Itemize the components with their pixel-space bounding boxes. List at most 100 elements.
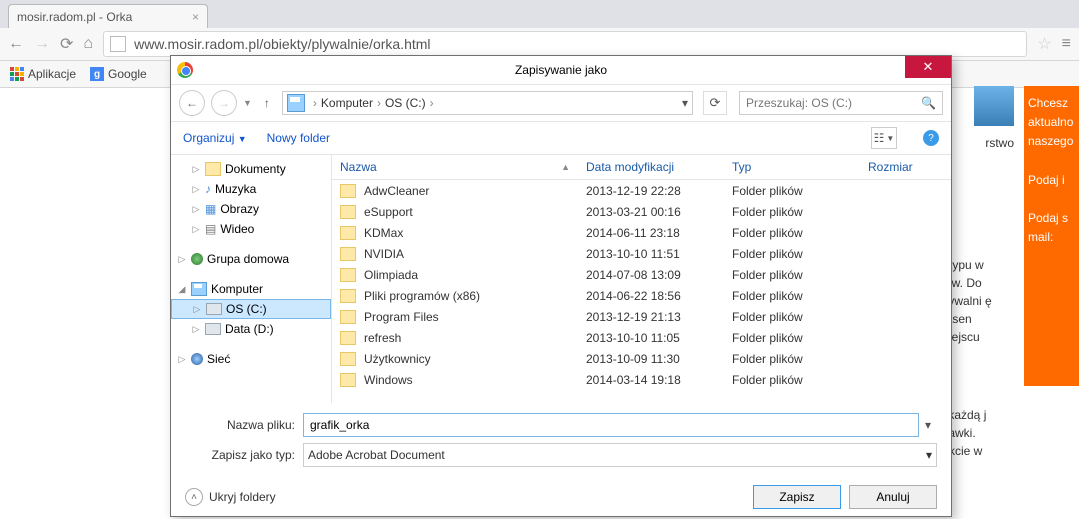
file-type: Folder plików	[724, 331, 860, 345]
filetype-select[interactable]: Adobe Acrobat Document ▾	[303, 443, 937, 467]
refresh-button[interactable]: ⟳	[703, 91, 727, 115]
col-name[interactable]: Nazwa	[340, 160, 377, 174]
tree-network[interactable]: ▷Sieć	[171, 349, 331, 369]
breadcrumb[interactable]: › Komputer › OS (C:) › ▾	[282, 91, 693, 115]
folder-tree[interactable]: ▷Dokumenty ▷♪Muzyka ▷▦Obrazy ▷▤Wideo ▷Gr…	[171, 155, 332, 403]
list-item[interactable]: eSupport2013-03-21 00:16Folder plików	[332, 201, 951, 222]
dialog-title: Zapisywanie jako	[515, 63, 607, 77]
tree-computer[interactable]: ◢Komputer	[171, 279, 331, 299]
help-button[interactable]: ?	[923, 130, 939, 146]
list-item[interactable]: Windows2014-03-14 19:18Folder plików	[332, 369, 951, 390]
view-options-button[interactable]: ☷▼	[871, 127, 897, 149]
cancel-button[interactable]: Anuluj	[849, 485, 937, 509]
address-bar[interactable]	[103, 31, 1027, 57]
file-name: Windows	[364, 373, 413, 387]
list-item[interactable]: KDMax 2014-06-11 23:18Folder plików	[332, 222, 951, 243]
bookmark-star-icon[interactable]: ☆	[1037, 34, 1051, 54]
file-type: Folder plików	[724, 268, 860, 282]
file-name: AdwCleaner	[364, 184, 429, 198]
apps-shortcut[interactable]: Aplikacje	[10, 67, 76, 81]
dialog-button-row: ˄ Ukryj foldery Zapisz Anuluj	[171, 477, 951, 509]
col-type[interactable]: Typ	[724, 160, 860, 174]
file-name: Użytkownicy	[364, 352, 431, 366]
folder-icon	[340, 247, 356, 261]
file-type: Folder plików	[724, 289, 860, 303]
close-button[interactable]: ✕	[905, 56, 951, 78]
folder-icon	[340, 289, 356, 303]
file-name: Pliki programów (x86)	[364, 289, 480, 303]
sidebar-panel: Chcesz aktualno naszego Podaj i Podaj s …	[1024, 86, 1079, 386]
filename-dropdown-icon[interactable]: ▾	[919, 418, 937, 432]
list-header[interactable]: Nazwa▲ Data modyfikacji Typ Rozmiar	[332, 155, 951, 180]
list-item[interactable]: NVIDIA2013-10-10 11:51Folder plików	[332, 243, 951, 264]
file-type: Folder plików	[724, 226, 860, 240]
file-name: KDMax	[364, 226, 403, 240]
dialog-nav-row: ← → ▼ ↑ › Komputer › OS (C:) › ▾ ⟳ Przes…	[171, 85, 951, 122]
list-item[interactable]: Olimpiada2014-07-08 13:09Folder plików	[332, 264, 951, 285]
search-icon: 🔍	[921, 96, 936, 110]
filename-input[interactable]	[303, 413, 919, 437]
home-icon[interactable]: ⌂	[83, 35, 93, 53]
chrome-icon	[177, 62, 193, 78]
col-size[interactable]: Rozmiar	[860, 160, 946, 174]
page-icon	[110, 36, 126, 52]
dialog-toolbar: Organizuj ▼ Nowy folder ☷▼ ?	[171, 122, 951, 155]
filetype-label: Zapisz jako typ:	[185, 448, 303, 462]
nav-up-button[interactable]: ↑	[258, 96, 276, 110]
new-folder-button[interactable]: Nowy folder	[267, 131, 330, 145]
file-date: 2014-06-11 23:18	[578, 226, 724, 240]
list-item[interactable]: Użytkownicy 2013-10-09 11:30Folder plików	[332, 348, 951, 369]
dropdown-icon: ▾	[926, 448, 932, 462]
thumbnail-image	[974, 86, 1014, 126]
back-icon[interactable]: ←	[8, 35, 24, 53]
search-box[interactable]: Przeszukaj: OS (C:) 🔍	[739, 91, 943, 115]
col-date[interactable]: Data modyfikacji	[578, 160, 724, 174]
list-item[interactable]: AdwCleaner2013-12-19 22:28Folder plików	[332, 180, 951, 201]
crumb-computer[interactable]: Komputer	[321, 96, 373, 110]
browser-tabstrip: mosir.radom.pl - Orka ×	[0, 0, 1079, 28]
browser-tab[interactable]: mosir.radom.pl - Orka ×	[8, 4, 208, 28]
menu-icon[interactable]: ≡	[1062, 35, 1071, 53]
folder-icon	[340, 310, 356, 324]
file-date: 2013-12-19 21:13	[578, 310, 724, 324]
dialog-form: Nazwa pliku: ▾ Zapisz jako typ: Adobe Ac…	[171, 403, 951, 477]
url-input[interactable]	[132, 35, 1020, 53]
reload-icon[interactable]: ⟳	[60, 34, 73, 54]
crumb-dropdown-icon[interactable]: ▾	[682, 96, 688, 110]
forward-icon: →	[34, 35, 50, 53]
folder-icon	[340, 205, 356, 219]
apps-label: Aplikacje	[28, 67, 76, 81]
chevron-up-icon: ˄	[185, 488, 203, 506]
file-date: 2013-10-10 11:05	[578, 331, 724, 345]
organize-menu[interactable]: Organizuj ▼	[183, 131, 247, 145]
save-button[interactable]: Zapisz	[753, 485, 841, 509]
tree-video[interactable]: ▷▤Wideo	[171, 219, 331, 239]
list-item[interactable]: Program Files2013-12-19 21:13Folder plik…	[332, 306, 951, 327]
filename-label: Nazwa pliku:	[185, 418, 303, 432]
file-type: Folder plików	[724, 352, 860, 366]
file-name: refresh	[364, 331, 401, 345]
file-type: Folder plików	[724, 310, 860, 324]
file-date: 2013-03-21 00:16	[578, 205, 724, 219]
tree-pictures[interactable]: ▷▦Obrazy	[171, 199, 331, 219]
tree-homegroup[interactable]: ▷Grupa domowa	[171, 249, 331, 269]
close-tab-icon[interactable]: ×	[192, 10, 199, 24]
hide-folders-toggle[interactable]: ˄ Ukryj foldery	[185, 488, 276, 506]
nav-back-button[interactable]: ←	[179, 90, 205, 116]
tree-documents[interactable]: ▷Dokumenty	[171, 159, 331, 179]
file-date: 2014-07-08 13:09	[578, 268, 724, 282]
file-date: 2013-10-09 11:30	[578, 352, 724, 366]
file-type: Folder plików	[724, 205, 860, 219]
file-date: 2014-06-22 18:56	[578, 289, 724, 303]
crumb-drive[interactable]: OS (C:)	[385, 96, 426, 110]
partner-text: rstwo	[985, 136, 1014, 150]
file-list[interactable]: Nazwa▲ Data modyfikacji Typ Rozmiar AdwC…	[332, 155, 951, 403]
list-item[interactable]: refresh 2013-10-10 11:05Folder plików	[332, 327, 951, 348]
list-item[interactable]: Pliki programów (x86) 2014-06-22 18:56Fol…	[332, 285, 951, 306]
search-placeholder: Przeszukaj: OS (C:)	[746, 96, 852, 110]
tree-music[interactable]: ▷♪Muzyka	[171, 179, 331, 199]
tree-drive-d[interactable]: ▷Data (D:)	[171, 319, 331, 339]
bookmark-google[interactable]: g Google	[90, 67, 147, 81]
tree-drive-c[interactable]: ▷OS (C:)	[171, 299, 331, 319]
google-icon: g	[90, 67, 104, 81]
